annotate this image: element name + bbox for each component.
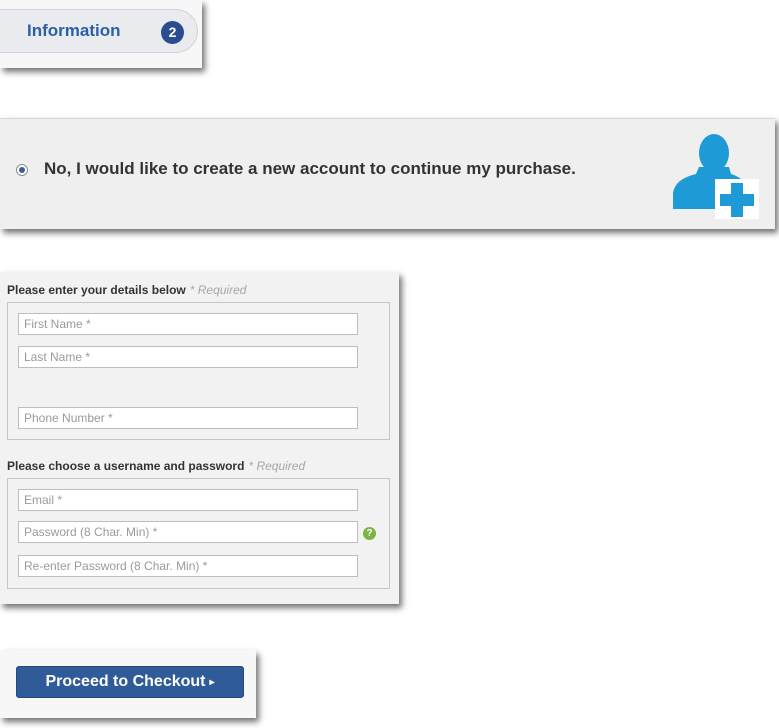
credentials-heading-text: Please choose a username and password bbox=[7, 459, 245, 473]
proceed-to-checkout-button[interactable]: Proceed to Checkout ▸ bbox=[16, 666, 244, 698]
details-fieldset bbox=[7, 302, 390, 440]
step-tab-label: Information bbox=[27, 21, 121, 40]
step-tab-panel: Information 2 bbox=[0, 0, 202, 68]
caret-right-icon: ▸ bbox=[209, 676, 215, 688]
create-account-option[interactable]: No, I would like to create a new account… bbox=[0, 118, 775, 229]
email-field[interactable] bbox=[18, 489, 358, 511]
checkout-panel: Proceed to Checkout ▸ bbox=[0, 650, 256, 718]
credentials-section-heading: Please choose a username and password * R… bbox=[7, 459, 305, 473]
details-section-heading: Please enter your details below * Require… bbox=[7, 283, 246, 297]
details-form: Please enter your details below * Require… bbox=[0, 272, 399, 604]
first-name-field[interactable] bbox=[18, 313, 358, 335]
checkout-button-label: Proceed to Checkout bbox=[45, 673, 206, 690]
phone-number-field[interactable] bbox=[18, 407, 358, 429]
user-add-icon bbox=[673, 134, 759, 219]
details-heading-text: Please enter your details below bbox=[7, 283, 186, 297]
last-name-field[interactable] bbox=[18, 346, 358, 368]
credentials-required-note: * Required bbox=[248, 459, 306, 473]
credentials-fieldset: ? bbox=[7, 478, 390, 589]
password-help-icon[interactable]: ? bbox=[363, 527, 376, 540]
create-account-radio[interactable] bbox=[16, 164, 28, 176]
create-account-label: No, I would like to create a new account… bbox=[44, 159, 576, 178]
radio-selected-dot bbox=[19, 167, 25, 173]
password-field[interactable] bbox=[18, 521, 358, 543]
confirm-password-field[interactable] bbox=[18, 555, 358, 577]
step-number-badge: 2 bbox=[161, 21, 184, 44]
details-required-note: * Required bbox=[189, 283, 247, 297]
